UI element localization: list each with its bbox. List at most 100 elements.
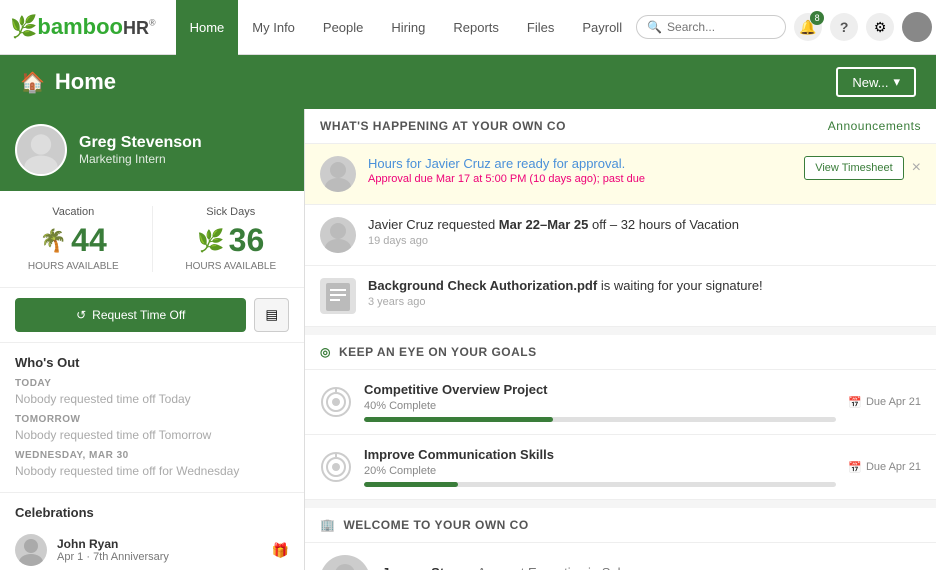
notif-actions-0: View Timesheet ×: [804, 156, 921, 180]
notif-text-after-2: is waiting for your signature!: [597, 278, 762, 293]
notif-time-2: 3 years ago: [368, 296, 921, 308]
highlight-notification: Hours for Javier Cruz are ready for appr…: [305, 144, 936, 205]
vacation-sub: HOURS AVAILABLE: [15, 261, 132, 272]
welcome-header: 🏢 WELCOME TO YOUR OWN CO: [305, 508, 936, 543]
progress-fill-1: [364, 482, 458, 487]
notif-avatar-1: [320, 217, 356, 253]
stat-divider: [152, 206, 153, 272]
welcome-label: WELCOME TO YOUR OWN CO: [343, 518, 528, 532]
header: 🌿bambooHR® Home My Info People Hiring Re…: [0, 0, 936, 55]
gift-icon-0[interactable]: 🎁: [272, 542, 289, 559]
celebrations-title: Celebrations: [15, 505, 289, 520]
celebrations-section: Celebrations John Ryan Apr 1 · 7th Anniv…: [0, 493, 304, 570]
goal-item-1: Improve Communication Skills 20% Complet…: [305, 435, 936, 500]
welcome-employee: Jeremy Steven Account Executive in Sales…: [305, 543, 936, 570]
logo: 🌿bambooHR®: [10, 14, 156, 40]
welcome-section: 🏢 WELCOME TO YOUR OWN CO Jeremy Steven A…: [305, 508, 936, 570]
goal-item-0: Competitive Overview Project 40% Complet…: [305, 370, 936, 435]
welcome-name: Jeremy Steven Account Executive in Sales: [382, 565, 634, 570]
page-title: Home: [55, 69, 116, 95]
sick-stat: Sick Days 🌿 36 HOURS AVAILABLE: [173, 206, 290, 272]
request-time-off-label: Request Time Off: [92, 308, 185, 322]
whos-out-today: TODAY Nobody requested time off Today: [15, 378, 289, 406]
sick-icon: 🌿: [197, 228, 224, 254]
goals-header: ◎ KEEP AN EYE ON YOUR GOALS: [305, 335, 936, 370]
calendar-icon-0: 📅: [848, 396, 862, 409]
nav-payroll[interactable]: Payroll: [568, 0, 636, 55]
sick-value: 🌿 36: [173, 222, 290, 259]
progress-bar-0: [364, 417, 836, 422]
welcome-role-text: Account Executive in Sales: [477, 565, 634, 570]
search-box[interactable]: 🔍: [636, 15, 786, 39]
left-panel: Greg Stevenson Marketing Intern Vacation…: [0, 109, 305, 570]
announcements-link[interactable]: Announcements: [828, 119, 921, 133]
settings-button[interactable]: ⚙: [866, 13, 894, 41]
goal-body-1: Improve Communication Skills 20% Complet…: [364, 447, 836, 487]
new-button[interactable]: New... ▾: [836, 67, 916, 97]
request-time-off-button[interactable]: ↺ Request Time Off: [15, 298, 246, 332]
nav-myinfo[interactable]: My Info: [238, 0, 309, 55]
celeb-info-0: John Ryan Apr 1 · 7th Anniversary: [57, 537, 262, 563]
vacation-value: 🌴 44: [15, 222, 132, 259]
page-title-wrapper: 🏠 Home: [20, 69, 116, 95]
goals-section: ◎ KEEP AN EYE ON YOUR GOALS Competitive …: [305, 335, 936, 500]
sub-header: 🏠 Home New... ▾: [0, 55, 936, 109]
whats-happening-header: WHAT'S HAPPENING AT YOUR OWN CO Announce…: [305, 109, 936, 144]
user-avatar[interactable]: [902, 12, 932, 42]
vacation-stat: Vacation 🌴 44 HOURS AVAILABLE: [15, 206, 132, 272]
calendar-icon-1: 📅: [848, 461, 862, 474]
calculator-button[interactable]: ▤: [254, 298, 289, 332]
nav-files[interactable]: Files: [513, 0, 568, 55]
tomorrow-label: TOMORROW: [15, 414, 289, 425]
notif-text-after-1: off – 32 hours of Vacation: [588, 217, 739, 232]
action-buttons: ↺ Request Time Off ▤: [0, 288, 304, 343]
dropdown-arrow-icon: ▾: [893, 74, 900, 90]
notification-card-2: Background Check Authorization.pdf is wa…: [305, 266, 936, 327]
notif-avatar-2: [320, 278, 356, 314]
notif-avatar-0: [320, 156, 356, 192]
goal-icon-0: [320, 386, 352, 418]
view-timesheet-button[interactable]: View Timesheet: [804, 156, 903, 180]
help-button[interactable]: ?: [830, 13, 858, 41]
nav-hiring[interactable]: Hiring: [377, 0, 439, 55]
notif-text-1: Javier Cruz requested Mar 22–Mar 25 off …: [368, 217, 921, 232]
goal-due-1: 📅 Due Apr 21: [848, 461, 921, 474]
celeb-detail-0: Apr 1 · 7th Anniversary: [57, 551, 262, 563]
home-icon: 🏠: [20, 70, 45, 95]
celeb-avatar-0: [15, 534, 47, 566]
nav-home[interactable]: Home: [176, 0, 239, 55]
progress-bar-1: [364, 482, 836, 487]
vacation-icon: 🌴: [40, 228, 67, 254]
whos-out-title: Who's Out: [15, 355, 289, 370]
profile-section: Greg Stevenson Marketing Intern: [0, 109, 304, 191]
wednesday-nobody: Nobody requested time off for Wednesday: [15, 464, 289, 478]
welcome-name-text: Jeremy Steven: [382, 565, 474, 570]
goal-due-0: 📅 Due Apr 21: [848, 396, 921, 409]
notification-button[interactable]: 🔔 8: [794, 13, 822, 41]
goal-icon-1: [320, 451, 352, 483]
list-item: John Ryan Apr 1 · 7th Anniversary 🎁: [15, 528, 289, 570]
goal-pct-1: 20% Complete: [364, 465, 836, 477]
goal-title-0: Competitive Overview Project: [364, 382, 836, 397]
new-button-label: New...: [852, 75, 888, 90]
whos-out-section: Who's Out TODAY Nobody requested time of…: [0, 343, 304, 493]
close-notification-icon[interactable]: ×: [912, 160, 921, 176]
notif-subtitle-0: Approval due Mar 17 at 5:00 PM (10 days …: [368, 173, 792, 185]
sick-label: Sick Days: [173, 206, 290, 218]
notif-body-2: Background Check Authorization.pdf is wa…: [368, 278, 921, 308]
notif-text-bold-2: Background Check Authorization.pdf: [368, 278, 597, 293]
progress-fill-0: [364, 417, 553, 422]
nav-reports[interactable]: Reports: [439, 0, 513, 55]
calculator-icon: ▤: [265, 307, 278, 322]
notif-time-1: 19 days ago: [368, 235, 921, 247]
notif-body-0: Hours for Javier Cruz are ready for appr…: [368, 156, 792, 185]
notif-title-0[interactable]: Hours for Javier Cruz are ready for appr…: [368, 156, 792, 171]
header-right: 🔍 🔔 8 ? ⚙: [636, 12, 932, 42]
nav-people[interactable]: People: [309, 0, 377, 55]
notif-text-before-1: Javier Cruz requested: [368, 217, 499, 232]
search-input[interactable]: [667, 20, 775, 34]
vacation-label: Vacation: [15, 206, 132, 218]
celeb-name-0: John Ryan: [57, 537, 262, 551]
welcome-info: Jeremy Steven Account Executive in Sales…: [382, 565, 634, 570]
sick-sub: HOURS AVAILABLE: [173, 261, 290, 272]
